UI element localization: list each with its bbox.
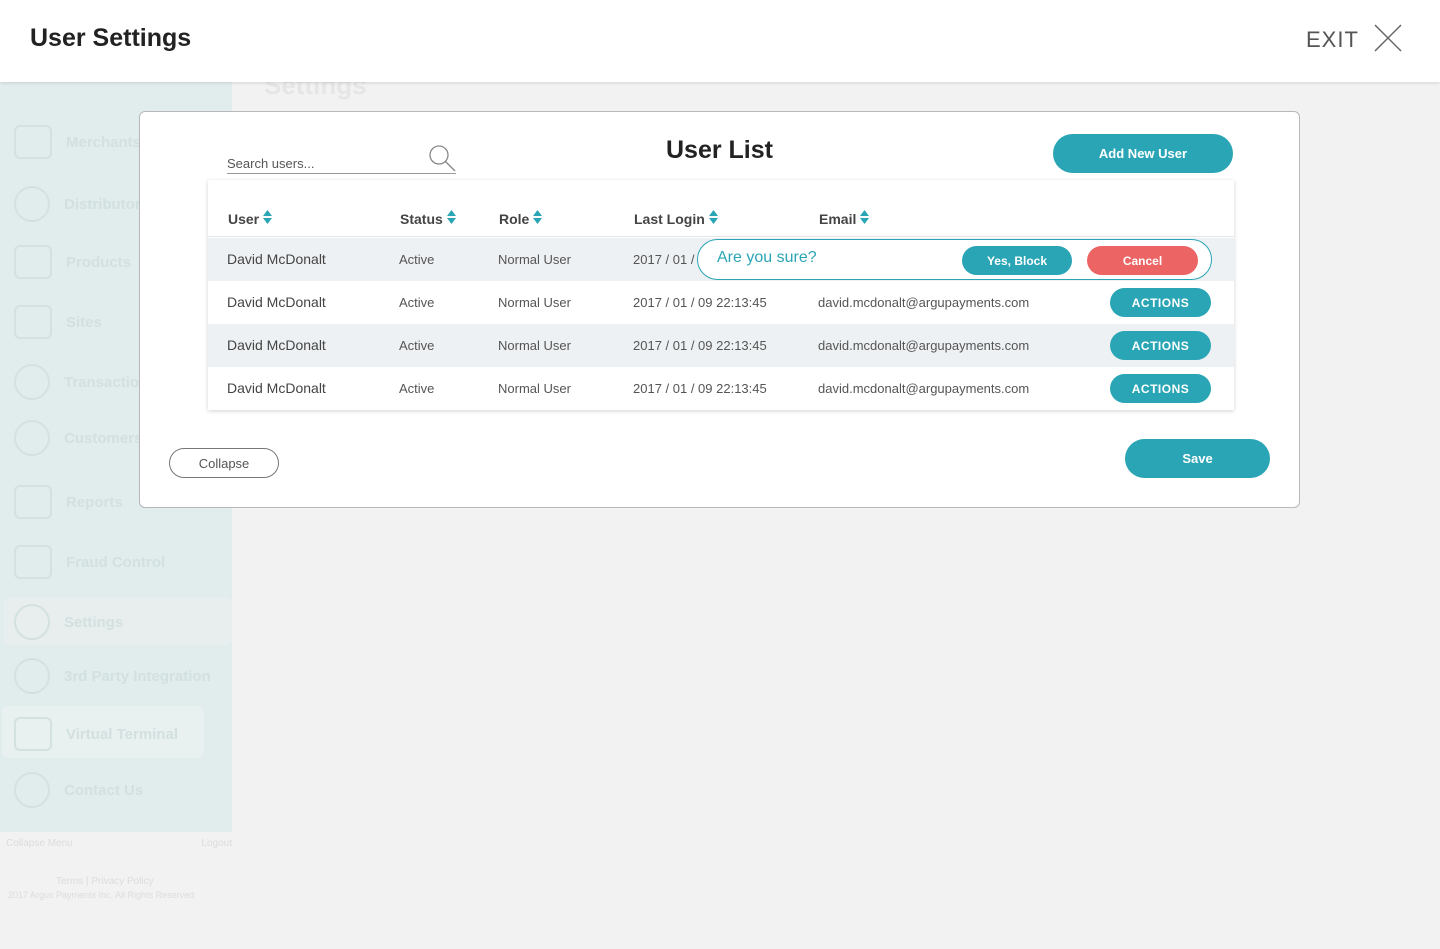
column-header-email[interactable]: Email: [819, 210, 870, 227]
sort-icon: [263, 210, 273, 227]
user-last-login: 2017 / 01 / 09 22:13:45: [633, 338, 767, 353]
nav-label: Fraud Control: [66, 553, 166, 571]
nav-label: Customers: [64, 429, 143, 447]
merchants-icon: [14, 125, 52, 159]
user-email: david.mcdonalt@argupayments.com: [818, 338, 1030, 353]
user-email: david.mcdonalt@argupayments.com: [818, 381, 1030, 396]
table-row: David McDonalt Active Normal User 2017 /…: [208, 238, 1234, 281]
page-title: User Settings: [30, 24, 192, 52]
logout-link: Logout: [201, 838, 232, 849]
user-role: Normal User: [498, 252, 571, 267]
user-status: Active: [399, 252, 435, 267]
background-nav-distributors: Distributors: [14, 182, 149, 226]
user-status: Active: [399, 295, 435, 310]
table-row: David McDonalt Active Normal User 2017 /…: [208, 367, 1234, 410]
background-nav-customers: Customers: [14, 416, 142, 460]
table-header: User Status Role Last Login Email: [208, 180, 1234, 237]
exit-button[interactable]: EXIT: [1306, 22, 1403, 58]
nav-label: Sites: [66, 313, 102, 331]
background-nav-products: Products: [14, 240, 131, 284]
user-list-modal: User List Add New User User Status Role …: [139, 111, 1300, 508]
collapse-menu-link: Collapse Menu: [6, 838, 73, 849]
transactions-icon: [14, 364, 50, 400]
close-icon: [1373, 23, 1403, 58]
background-nav-contact: Contact Us: [14, 768, 143, 812]
column-label: Last Login: [634, 210, 705, 227]
background-nav-reports: Reports: [14, 480, 123, 524]
header-bar: User Settings EXIT: [0, 0, 1440, 82]
distributors-icon: [14, 186, 50, 222]
nav-label: Virtual Terminal: [66, 725, 178, 743]
column-header-role[interactable]: Role: [499, 210, 543, 227]
user-table: User Status Role Last Login Email David …: [208, 180, 1234, 410]
user-name: David McDonalt: [227, 380, 326, 396]
yes-block-button[interactable]: Yes, Block: [962, 246, 1072, 275]
nav-label: Merchants: [66, 133, 142, 151]
background-nav-integration: 3rd Party Integration: [14, 654, 211, 698]
table-row: David McDonalt Active Normal User 2017 /…: [208, 324, 1234, 367]
actions-button[interactable]: ACTIONS: [1110, 288, 1211, 317]
nav-label: Reports: [66, 493, 123, 511]
block-confirmation-popover: Are you sure? Yes, Block Cancel: [697, 239, 1212, 280]
column-label: Role: [499, 210, 530, 227]
nav-label: Settings: [64, 613, 124, 631]
column-header-last-login[interactable]: Last Login: [634, 210, 718, 227]
fraud-control-icon: [14, 545, 52, 579]
products-icon: [14, 245, 52, 279]
background-nav-merchants: Merchants: [14, 120, 141, 164]
save-button[interactable]: Save: [1125, 439, 1270, 478]
column-label: User: [228, 210, 260, 227]
background-nav-sites: Sites: [14, 300, 102, 344]
background-nav-virtual-terminal: Virtual Terminal: [14, 712, 178, 756]
table-row: David McDonalt Active Normal User 2017 /…: [208, 281, 1234, 324]
collapse-button[interactable]: Collapse: [169, 448, 279, 478]
user-name: David McDonalt: [227, 337, 326, 353]
user-name: David McDonalt: [227, 294, 326, 310]
background-nav-fraud-control: Fraud Control: [14, 540, 165, 584]
actions-button[interactable]: ACTIONS: [1110, 374, 1211, 403]
footer-terms: Terms | Privacy Policy: [56, 876, 154, 887]
user-status: Active: [399, 381, 435, 396]
column-label: Email: [819, 210, 857, 227]
virtual-terminal-icon: [14, 717, 52, 751]
user-role: Normal User: [498, 295, 571, 310]
user-name: David McDonalt: [227, 251, 326, 267]
footer-links: Collapse Menu Logout: [6, 838, 232, 849]
contact-icon: [14, 772, 50, 808]
background-nav-settings: Settings: [14, 600, 123, 644]
user-last-login: 2017 / 01 / 0: [633, 252, 706, 267]
background-nav-transactions: Transactions: [14, 360, 157, 404]
sort-icon: [860, 210, 870, 227]
sites-icon: [14, 305, 52, 339]
integration-icon: [14, 658, 50, 694]
add-new-user-button[interactable]: Add New User: [1053, 134, 1233, 173]
footer-copyright: 2017 Argus Payments Inc. All Rights Rese…: [8, 890, 195, 900]
user-last-login: 2017 / 01 / 09 22:13:45: [633, 295, 767, 310]
sort-icon: [446, 210, 456, 227]
actions-button[interactable]: ACTIONS: [1110, 331, 1211, 360]
cancel-button[interactable]: Cancel: [1087, 246, 1198, 275]
confirmation-message: Are you sure?: [717, 249, 817, 266]
background-footer: Collapse Menu Logout Terms | Privacy Pol…: [0, 830, 232, 949]
customers-icon: [14, 420, 50, 456]
reports-icon: [14, 485, 52, 519]
column-label: Status: [400, 210, 443, 227]
nav-label: Distributors: [64, 195, 150, 213]
nav-label: 3rd Party Integration: [64, 667, 211, 685]
sort-icon: [533, 210, 543, 227]
user-role: Normal User: [498, 381, 571, 396]
nav-label: Contact Us: [64, 781, 144, 799]
nav-label: Products: [66, 253, 132, 271]
exit-label: EXIT: [1306, 27, 1359, 52]
settings-icon: [14, 604, 50, 640]
user-email: david.mcdonalt@argupayments.com: [818, 295, 1030, 310]
sort-icon: [708, 210, 718, 227]
column-header-status[interactable]: Status: [400, 210, 456, 227]
column-header-user[interactable]: User: [228, 210, 273, 227]
user-status: Active: [399, 338, 435, 353]
user-role: Normal User: [498, 338, 571, 353]
user-last-login: 2017 / 01 / 09 22:13:45: [633, 381, 767, 396]
